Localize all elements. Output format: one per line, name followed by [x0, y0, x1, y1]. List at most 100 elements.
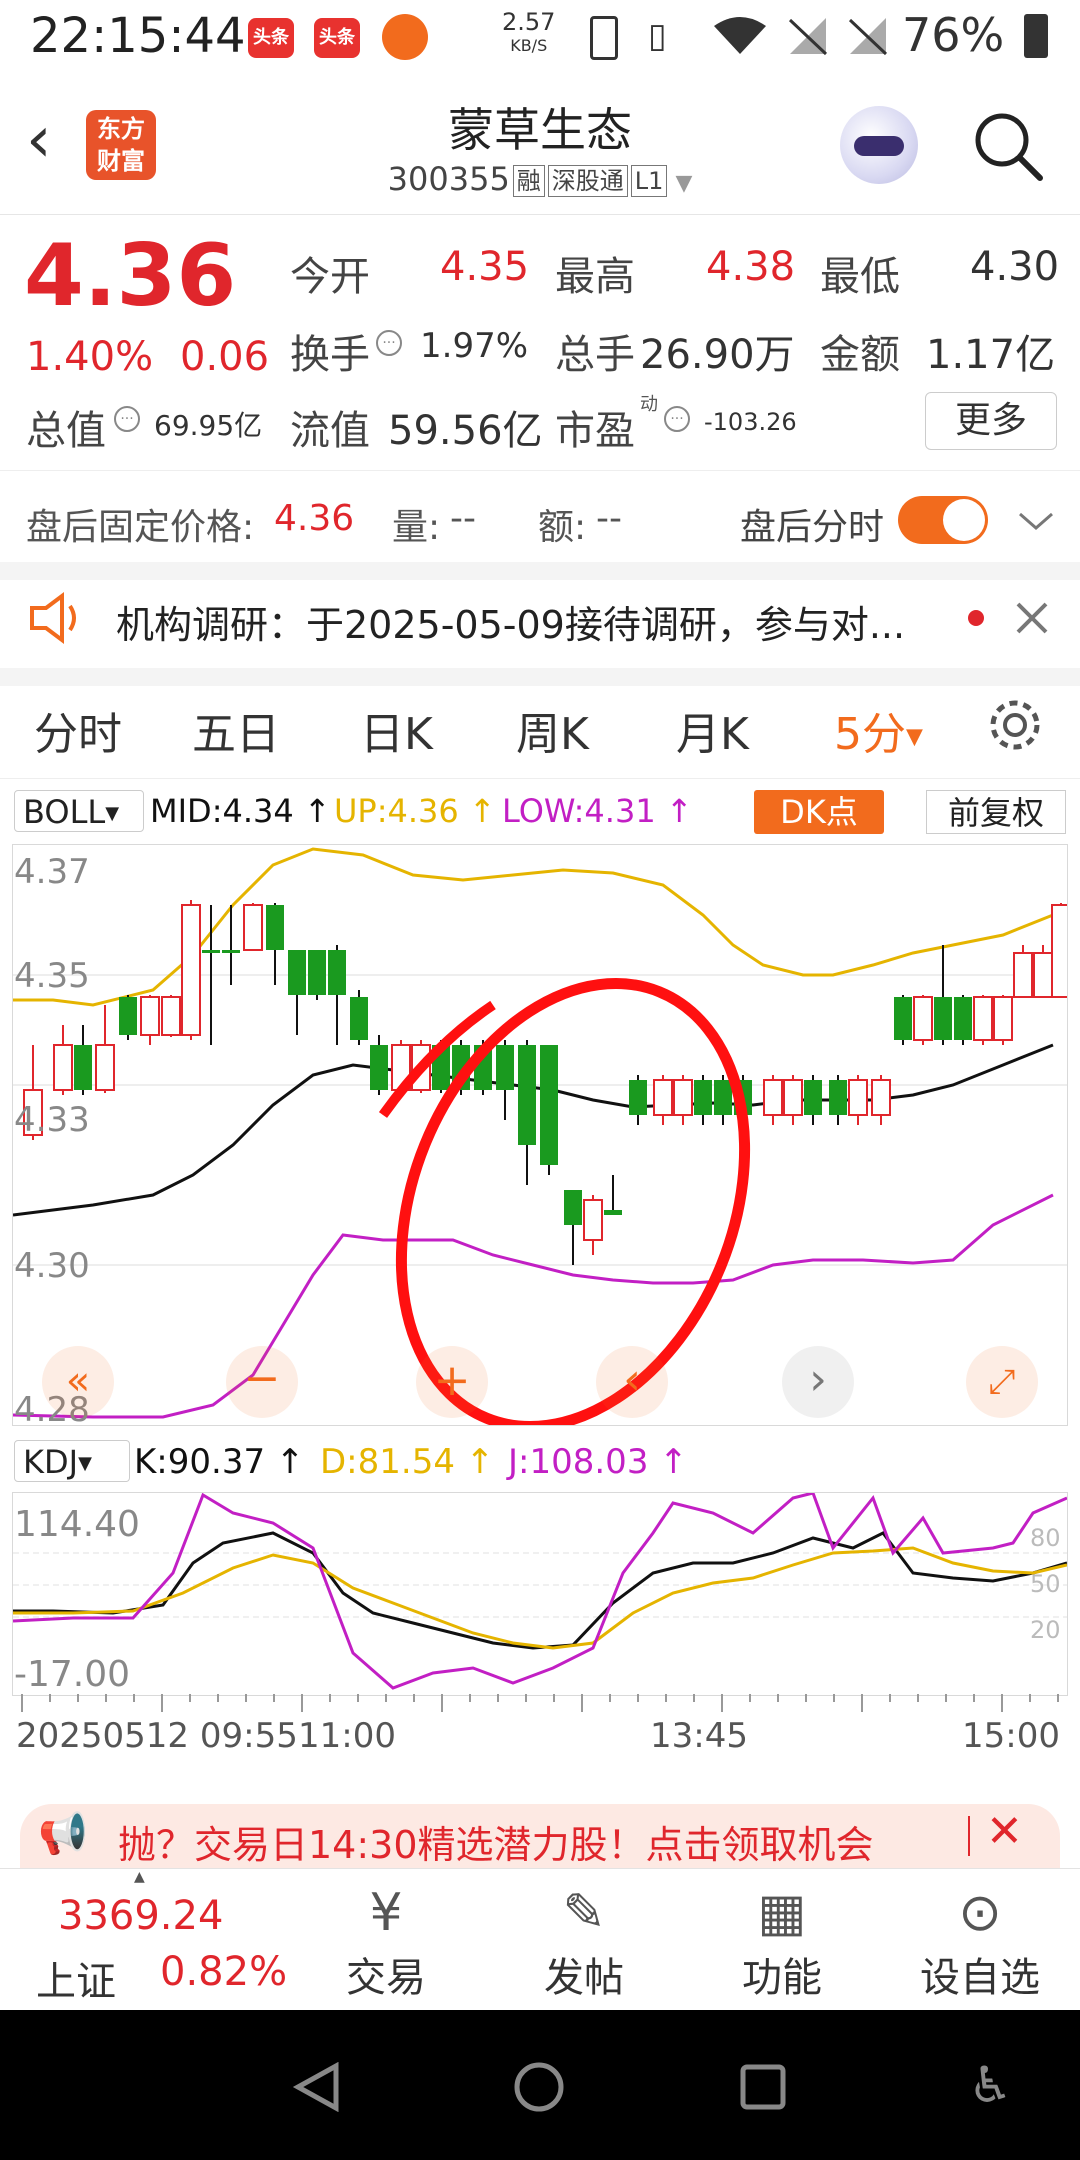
pe-dynamic-label: 动	[640, 394, 658, 415]
info-icon[interactable]: ···	[114, 406, 140, 432]
change-amount: 0.06	[180, 334, 270, 380]
candle-body	[763, 1079, 783, 1116]
candle-body	[496, 1045, 514, 1090]
turnover-label: 换手	[290, 332, 370, 378]
tab-five-day[interactable]: 五日	[192, 698, 280, 762]
recents-square-icon[interactable]	[738, 2062, 788, 2112]
tag-connect: 深股通	[547, 165, 628, 197]
candle-body	[804, 1080, 822, 1115]
back-triangle-icon[interactable]	[292, 2062, 342, 2112]
nav-watchlist[interactable]: ⊙ 设自选	[910, 1881, 1050, 2003]
high-value: 4.38	[706, 244, 796, 290]
candle-body	[328, 950, 346, 995]
expand-icon[interactable]: ⤢	[966, 1346, 1038, 1418]
change-pct: 1.40%	[26, 334, 154, 380]
boll-lower-line	[13, 1193, 1054, 1419]
candle-body	[993, 996, 1013, 1041]
accessibility-icon[interactable]: ♿	[968, 2056, 1013, 2114]
toutiao-app-icon-2: 头条	[314, 18, 360, 58]
pe-value: -103.26	[704, 408, 797, 436]
speaker-icon	[30, 592, 76, 644]
candlestick-chart[interactable]	[12, 844, 1068, 1426]
candle-body	[74, 1045, 92, 1090]
adjust-button[interactable]: 前复权	[926, 790, 1066, 834]
scroll-right-button[interactable]: ›	[782, 1346, 854, 1418]
candle-body	[266, 905, 284, 950]
afterhours-vol: --	[450, 498, 476, 539]
battery-icon	[1024, 14, 1048, 58]
chevron-down-icon[interactable]	[1016, 506, 1056, 536]
indicator-select-boll[interactable]: BOLL▼	[14, 790, 144, 832]
y-tick-430: 4.30	[14, 1246, 90, 1286]
no-signal-icon-2	[848, 18, 888, 56]
zoom-out-button[interactable]: −	[226, 1346, 298, 1418]
kdj-y-top: 114.40	[14, 1504, 140, 1545]
tag-level: L1	[630, 165, 668, 197]
notice-text[interactable]: 机构调研：于2025-05-09接待调研，参与对...	[116, 594, 905, 649]
amount-label: 金额	[820, 332, 900, 378]
nav-post[interactable]: ✎ 发帖	[514, 1881, 654, 2003]
no-signal-icon	[788, 18, 828, 56]
nav-function[interactable]: ▦ 功能	[712, 1881, 852, 2003]
dropdown-icon: ▼	[78, 1453, 92, 1474]
kdj-k: K:90.37 ↑	[134, 1442, 305, 1482]
candle-body	[954, 997, 972, 1040]
stock-code-row[interactable]: 300355 融深股通 L1 ▼	[0, 160, 1080, 198]
candle-body	[181, 904, 201, 1036]
close-icon[interactable]	[1012, 598, 1052, 638]
candle-body	[629, 1080, 647, 1115]
stock-code: 300355	[387, 160, 510, 198]
candle-body	[1033, 952, 1053, 998]
float-label: 流值	[290, 408, 370, 454]
dk-point-button[interactable]: DK点	[754, 790, 884, 834]
zoom-in-button[interactable]: +	[416, 1346, 488, 1418]
candle-body	[95, 1044, 115, 1091]
time-axis-ticks	[21, 1694, 1059, 1712]
tab-monthly[interactable]: 月K	[676, 698, 749, 762]
afterhours-toggle[interactable]	[898, 496, 988, 544]
more-button[interactable]: 更多	[925, 392, 1057, 450]
home-circle-icon[interactable]	[512, 2060, 566, 2114]
time-label-1500: 15:00	[962, 1716, 1060, 1756]
scroll-left-fast-button[interactable]: «	[42, 1346, 114, 1418]
kdj-y-bottom: -17.00	[14, 1654, 131, 1695]
robot-assistant-icon[interactable]	[840, 106, 918, 184]
gear-icon[interactable]	[986, 696, 1044, 754]
low-label: 最低	[820, 254, 900, 300]
scroll-left-button[interactable]: ‹	[596, 1346, 668, 1418]
search-icon[interactable]	[970, 108, 1046, 184]
info-icon[interactable]: ···	[376, 330, 402, 356]
close-icon[interactable]: ✕	[986, 1806, 1023, 1857]
info-icon[interactable]: ···	[664, 406, 690, 432]
status-time: 22:15:44	[30, 8, 246, 64]
index-name[interactable]: 上证	[36, 1949, 116, 2007]
candle-body	[140, 996, 160, 1036]
tab-intraday[interactable]: 分时	[34, 698, 122, 762]
float-value: 59.56亿	[388, 408, 543, 454]
indicator-select-kdj[interactable]: KDJ▼	[14, 1440, 130, 1482]
afterhours-vol-label: 量:	[392, 507, 441, 548]
yuan-exchange-icon: ¥	[369, 1883, 403, 1943]
promo-banner[interactable]: 📢 抛？交易日14:30精选潜力股！点击领取机会 ✕	[20, 1804, 1060, 1868]
more-dots-icon: ⊙	[958, 1883, 1002, 1943]
afterhours-amt-label: 额:	[538, 507, 587, 548]
nav-trade[interactable]: ¥ 交易	[316, 1881, 456, 2003]
index-value[interactable]: 3369.24	[58, 1893, 223, 1939]
mktcap-value: 69.95亿	[154, 409, 263, 442]
tab-weekly[interactable]: 周K	[516, 698, 589, 762]
vibrate-icon: ▯	[648, 16, 667, 56]
kdj-j-line	[13, 1493, 1067, 1690]
tab-5min[interactable]: 5分▼	[834, 698, 923, 762]
dropdown-icon: ▼	[906, 724, 923, 750]
candle-body	[604, 1210, 622, 1215]
candle-body	[308, 950, 326, 995]
open-label: 今开	[290, 254, 370, 300]
candle-body	[564, 1190, 582, 1225]
pe-label: 市盈	[555, 408, 635, 454]
promo-text: 抛？交易日14:30精选潜力股！点击领取机会	[118, 1823, 874, 1867]
index-pct[interactable]: 0.82%	[160, 1949, 287, 1995]
volume-label: 总手	[555, 332, 635, 378]
candle-body	[673, 1079, 693, 1116]
tab-daily[interactable]: 日K	[360, 698, 433, 762]
kdj-chart[interactable]	[12, 1492, 1068, 1696]
